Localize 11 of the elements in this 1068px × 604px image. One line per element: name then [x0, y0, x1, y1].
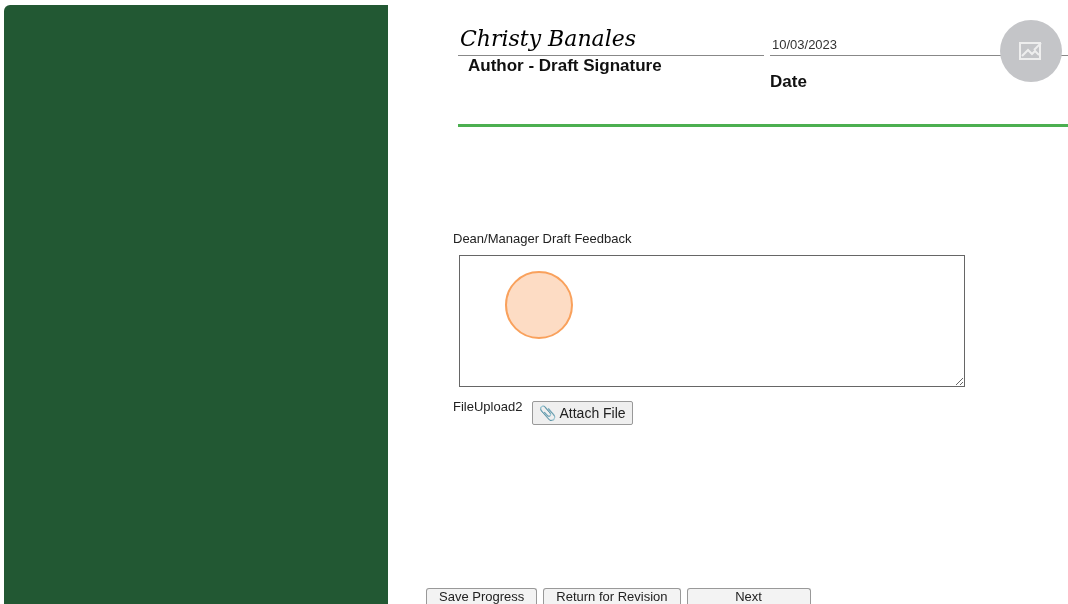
signature-label: Author - Draft Signature — [468, 56, 663, 76]
feedback-label: Dean/Manager Draft Feedback — [453, 231, 633, 247]
date-label: Date — [770, 72, 808, 92]
attach-file-button[interactable]: 📎 Attach File — [532, 401, 633, 425]
form-button[interactable]: Next — [686, 588, 811, 604]
feedback-field[interactable] — [459, 255, 965, 387]
signature: Christy Banales — [458, 26, 764, 56]
image-edit-icon — [1018, 40, 1044, 62]
upload-label: FileUpload2 — [453, 399, 523, 415]
form-button[interactable]: Return for Revision — [543, 588, 681, 604]
form-button[interactable]: Save Progress — [426, 588, 538, 604]
